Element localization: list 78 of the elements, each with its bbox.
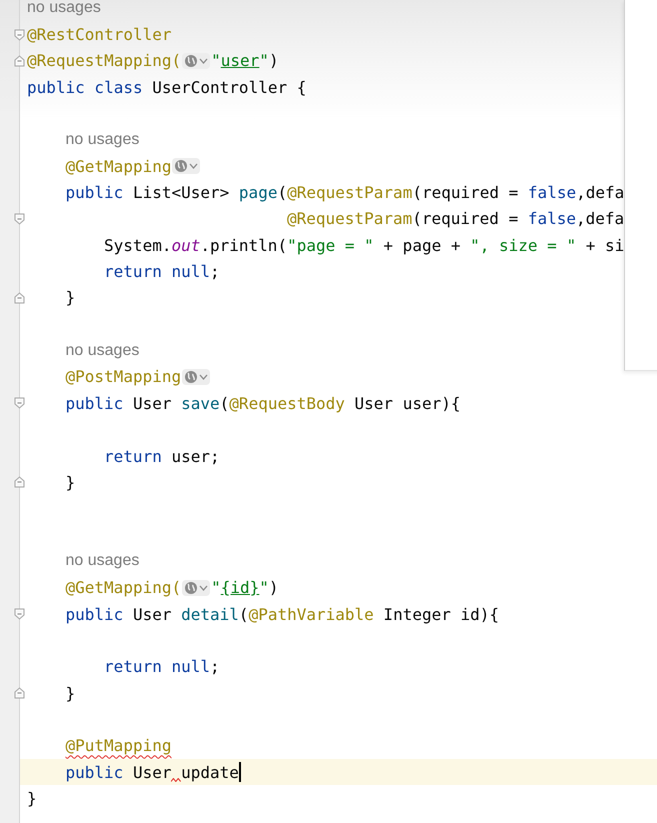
code-token: public class — [27, 78, 144, 97]
code-token: @RequestMapping( — [27, 51, 182, 70]
code-token: return null — [104, 657, 210, 676]
code-token: page — [238, 183, 278, 202]
code-token: ( — [220, 394, 230, 413]
code-token: User — [132, 394, 172, 413]
code-token: public — [66, 604, 124, 624]
usages-hint: no usages — [66, 552, 140, 570]
code-token: UserController { — [152, 78, 306, 97]
fold-icon[interactable] — [14, 397, 25, 410]
code-token: Integer id){ — [382, 604, 500, 624]
fold-icon[interactable] — [14, 28, 25, 41]
code-token: ; — [210, 262, 220, 282]
unfold-end-icon[interactable] — [14, 687, 25, 700]
globe-dropdown-icon[interactable] — [182, 580, 210, 596]
code-token: false — [528, 209, 576, 228]
code-token: (required = — [412, 183, 520, 202]
globe-dropdown-icon[interactable] — [182, 52, 210, 69]
code-token: } — [66, 472, 76, 492]
error-squiggle — [171, 778, 182, 782]
code-token: save — [181, 394, 220, 413]
code-token: ,defa — [576, 209, 624, 228]
globe-dropdown-icon[interactable] — [172, 158, 200, 174]
code-token: out — [171, 236, 200, 255]
code-token: User — [132, 604, 172, 624]
code-token: + si — [584, 236, 624, 255]
code-token: @RequestBody — [229, 394, 345, 413]
url-path-link[interactable]: {id} — [220, 578, 260, 598]
code-token: + page + — [382, 236, 462, 255]
code-token: ", size = " — [470, 236, 576, 255]
code-token: "page = " — [287, 236, 374, 255]
globe-dropdown-icon[interactable] — [182, 368, 210, 385]
code-token: @PostMapping — [66, 367, 182, 386]
code-token: @RestController — [27, 25, 172, 44]
code-token: User user){ — [354, 394, 460, 413]
code-token: @RequestParam — [287, 183, 412, 202]
code-token: User — [132, 762, 172, 782]
code-token: @GetMapping — [66, 156, 172, 176]
code-token: System. — [104, 236, 172, 255]
code-token: " — [259, 578, 269, 598]
code-token: ) — [268, 578, 279, 598]
error-underlined-code: @PutMapping — [66, 736, 172, 756]
code-token: List<User> — [132, 183, 230, 202]
code-token: @RequestParam — [287, 209, 412, 228]
code-token: ,defa — [576, 183, 624, 202]
code-token: ( — [277, 183, 288, 202]
code-token: } — [66, 288, 76, 308]
code-token: } — [66, 684, 76, 703]
code-token: @PathVariable — [248, 604, 374, 624]
url-path-link[interactable]: user — [220, 51, 260, 70]
code-token: " — [259, 51, 269, 70]
unfold-end-icon[interactable] — [14, 54, 25, 67]
code-token: } — [27, 788, 37, 808]
code-token: ) — [268, 51, 279, 70]
usages-hint: no usages — [27, 0, 101, 18]
code-token: return — [104, 446, 163, 466]
code-token: (required = — [412, 209, 520, 228]
unfold-end-icon[interactable] — [14, 292, 25, 304]
usages-hint: no usages — [66, 130, 140, 149]
text-cursor — [238, 762, 241, 782]
code-token: public — [66, 394, 124, 413]
code-token: update — [181, 762, 239, 782]
code-token: false — [528, 183, 576, 202]
code-token: " — [211, 51, 221, 70]
code-token: public — [66, 183, 124, 202]
code-token: return null — [104, 262, 210, 282]
code-token: " — [211, 578, 221, 598]
fold-icon[interactable] — [14, 212, 25, 225]
code-token: ; — [210, 657, 220, 676]
code-token: detail — [181, 604, 239, 624]
unfold-end-icon[interactable] — [14, 476, 25, 488]
code-token: user; — [171, 446, 220, 466]
usages-hint: no usages — [66, 342, 140, 360]
code-token: .println( — [200, 236, 288, 255]
code-token: ( — [238, 604, 249, 624]
fold-icon[interactable] — [14, 608, 25, 620]
code-token: @GetMapping( — [66, 578, 182, 598]
code-token: public — [66, 762, 124, 782]
